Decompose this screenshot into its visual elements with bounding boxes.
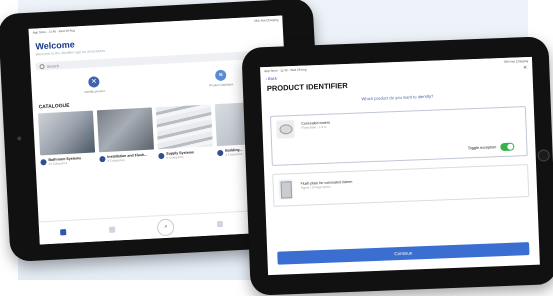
list-icon: ≡	[215, 69, 227, 82]
favorites-icon[interactable]	[216, 220, 224, 228]
catalogue-action[interactable]: ≡ Product catalogue	[208, 69, 233, 87]
back-button[interactable]: ‹ Back	[265, 75, 277, 80]
search-placeholder: Search	[46, 62, 60, 69]
card-caption: Installation and Flush... 8 Categories	[99, 152, 154, 163]
toilet-icon	[276, 120, 295, 139]
product-desc: Sigma / Omega series	[300, 184, 331, 190]
catalogue-card[interactable]: Bathroom Systems 12 Categories	[37, 110, 96, 167]
product-desc: Flush plate · 1.3 m	[301, 124, 327, 130]
category-icon	[217, 149, 224, 157]
status-right: 78% Not Charging	[503, 58, 529, 64]
search-button[interactable]: ⌕	[157, 217, 175, 236]
bathroom-image	[37, 110, 96, 156]
supply-pipes-image	[155, 104, 213, 150]
toggle-label: Toggle exception	[467, 145, 497, 151]
product-option-selected[interactable]: Concealed cistern Flush plate · 1.3 m To…	[269, 106, 528, 166]
search-icon	[39, 63, 45, 69]
toggle-row: Toggle exception	[467, 142, 515, 153]
card-caption: Bathroom Systems 12 Categories	[40, 156, 95, 167]
product-identifier-screen: App Store · 11:45 · Wed 26 Aug 78% Not C…	[260, 56, 540, 276]
exception-toggle[interactable]	[500, 142, 515, 152]
card-caption: Supply Systems 6 Categories	[158, 149, 213, 160]
category-icon	[158, 152, 165, 160]
home-icon[interactable]	[60, 229, 67, 236]
identify-action[interactable]: ✕ Identify product	[83, 76, 105, 94]
installation-image	[96, 107, 155, 153]
product-option[interactable]: Flush plate for concealed cistern Sigma …	[272, 164, 530, 207]
card-subtitle: 6 Categories	[166, 154, 184, 160]
status-right: 78% Not Charging	[253, 17, 279, 23]
product-hero-image: App Store · 11:45 · Wed 26 Aug 78% Not C…	[0, 0, 553, 296]
continue-button[interactable]: Continue	[277, 242, 530, 265]
camera-icon	[17, 136, 22, 141]
question-text: Which product do you want to identify?	[361, 93, 434, 102]
catalogue-card[interactable]: Supply Systems 6 Categories	[155, 104, 214, 160]
tablet-front: App Store · 11:45 · Wed 26 Aug 78% Not C…	[241, 36, 553, 296]
flush-plate-icon	[278, 179, 294, 200]
home-button	[537, 149, 550, 162]
category-icon	[99, 155, 106, 163]
catalogue-card[interactable]: Installation and Flush... 8 Categories	[96, 107, 155, 163]
catalogue-icon[interactable]	[108, 226, 116, 233]
x-icon: ✕	[88, 76, 100, 88]
card-subtitle: 12 Categories	[48, 160, 68, 166]
category-icon	[40, 159, 47, 166]
close-icon[interactable]: ✕	[523, 65, 527, 71]
toggle-knob	[507, 143, 514, 150]
card-subtitle: 4 Categories	[225, 151, 243, 157]
